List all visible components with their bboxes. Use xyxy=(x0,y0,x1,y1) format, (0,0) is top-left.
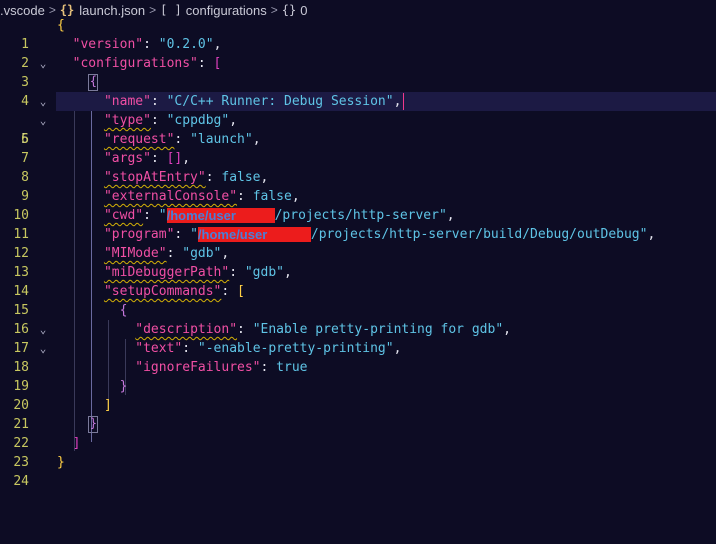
code-line-current[interactable]: 5 "name": "C/C++ Runner: Debug Session", xyxy=(0,92,716,147)
line-number: 24 xyxy=(13,474,29,489)
code-line[interactable]: 20 } xyxy=(0,377,716,413)
json-file-icon: {} xyxy=(59,3,75,18)
code-line[interactable]: 13 "MIMode": "gdb", xyxy=(0,244,716,280)
bracket-match-box: } xyxy=(88,416,99,433)
code-line[interactable]: 15 ⌄ "setupCommands": [ xyxy=(0,282,716,336)
json-key: "miDebuggerPath" xyxy=(103,265,230,280)
redacted-path: /home/user xyxy=(166,208,275,223)
json-key: "setupCommands" xyxy=(103,284,222,299)
json-key: "description" xyxy=(135,322,238,337)
json-key: "type" xyxy=(103,113,151,128)
code-line[interactable]: 7 "request": "launch", xyxy=(0,130,716,166)
code-line[interactable]: 18 "text": "-enable-pretty-printing", xyxy=(0,339,716,375)
chevron-right-icon: > xyxy=(48,3,56,18)
code-line[interactable]: 9 "stopAtEntry": false, xyxy=(0,168,716,204)
json-key: "request" xyxy=(103,132,175,147)
code-line[interactable]: 4 ⌄ { xyxy=(0,73,716,127)
chevron-right-icon: > xyxy=(270,3,278,18)
json-value: "gdb" xyxy=(182,246,222,261)
json-value: "-enable-pretty-printing" xyxy=(197,341,394,356)
code-line[interactable]: 10 "externalConsole": false, xyxy=(0,187,716,223)
json-value: true xyxy=(276,360,308,375)
code-line[interactable]: 8 "args": [], xyxy=(0,149,716,185)
json-key: "args" xyxy=(103,151,151,166)
json-key: "stopAtEntry" xyxy=(103,170,206,185)
json-value: "C/C++ Runner: Debug Session" xyxy=(166,94,394,109)
json-key: "name" xyxy=(103,94,151,109)
json-key: "ignoreFailures" xyxy=(135,360,261,375)
json-value: false xyxy=(252,189,292,204)
json-value: "launch" xyxy=(190,132,253,147)
code-line[interactable]: 3 ⌄ "configurations": [ xyxy=(0,54,716,108)
code-line[interactable]: 14 "miDebuggerPath": "gdb", xyxy=(0,263,716,299)
json-key: "version" xyxy=(72,37,144,52)
json-key: "configurations" xyxy=(72,56,198,71)
chevron-right-icon: > xyxy=(149,3,157,18)
code-line[interactable]: 1 ⌄ { xyxy=(0,16,716,70)
json-value: "0.2.0" xyxy=(158,37,214,52)
object-symbol-icon: {} xyxy=(281,3,297,18)
json-key: "program" xyxy=(103,227,175,242)
code-line[interactable]: 24 } xyxy=(0,453,716,489)
json-key: "cwd" xyxy=(103,208,144,223)
code-editor[interactable]: 1 ⌄ { 2 "version": "0.2.0", 3 ⌄ "configu… xyxy=(0,16,716,544)
code-line[interactable]: 21 ] xyxy=(0,396,716,432)
code-line[interactable]: 17 "description": "Enable pretty-printin… xyxy=(0,320,716,356)
code-line[interactable]: 19 "ignoreFailures": true xyxy=(0,358,716,394)
code-line[interactable]: 2 "version": "0.2.0", xyxy=(0,35,716,71)
redacted-path: /home/user xyxy=(197,227,311,242)
code-line[interactable]: 11 "cwd": "/home/user/projects/http-serv… xyxy=(0,206,716,242)
json-value: "Enable pretty-printing for gdb" xyxy=(252,322,504,337)
code-line[interactable]: 6 "type": "cppdbg", xyxy=(0,111,716,147)
text-cursor xyxy=(403,93,405,110)
json-value: [] xyxy=(166,151,183,166)
json-value: false xyxy=(221,170,261,185)
code-line[interactable]: 12 "program": "/home/user/projects/http-… xyxy=(0,225,716,261)
bracket-match-box: { xyxy=(88,74,99,91)
json-key: "MIMode" xyxy=(103,246,167,261)
code-line[interactable]: 16 ⌄ { xyxy=(0,301,716,355)
code-line[interactable]: 22 } xyxy=(0,415,716,451)
code-line[interactable]: 23 ] xyxy=(0,434,716,470)
array-symbol-icon: [ ] xyxy=(160,3,182,18)
json-key: "text" xyxy=(135,341,183,356)
json-value: "cppdbg" xyxy=(166,113,230,128)
json-key: "externalConsole" xyxy=(103,189,238,204)
json-value: "gdb" xyxy=(244,265,284,280)
